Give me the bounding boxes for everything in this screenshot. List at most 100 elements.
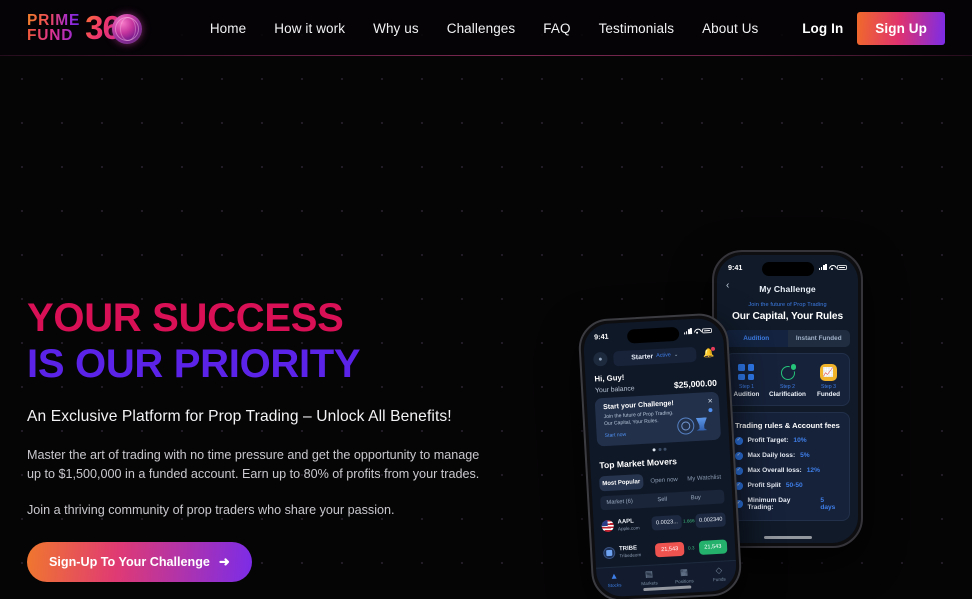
nav-item-testimonials[interactable]: Testimonials: [599, 21, 674, 36]
balance-label: Your balance: [594, 385, 635, 395]
home-indicator: [763, 536, 812, 539]
login-link[interactable]: Log In: [802, 21, 843, 36]
hero-subtitle: An Exclusive Platform for Prop Trading –…: [27, 408, 452, 426]
step-3-label: Funded: [816, 391, 841, 398]
step-3-number: Step 3: [821, 384, 836, 390]
tab-my-watchlist[interactable]: My Watchlist: [685, 470, 724, 487]
challenge-topbar: ‹ My Challenge: [717, 279, 858, 298]
signal-icon: [684, 328, 692, 335]
rule-max-daily-loss-label: Max Daily loss:: [747, 452, 796, 460]
spark-icon: [708, 408, 713, 413]
phone-left-screen: 9:41 ● Starter Active ⌄ 🔔 Hi, Guy! Your …: [582, 317, 738, 598]
buy-price-tribe[interactable]: 21,543: [698, 539, 728, 555]
brand-logo[interactable]: PRIME FUND 36: [27, 6, 142, 50]
header-actions: Log In Sign Up: [802, 11, 945, 45]
page-root: PRIME FUND 36 Home How it work Why us Ch…: [0, 0, 972, 599]
column-header-sell: Sell: [657, 496, 668, 504]
home-icon: ▲: [609, 570, 619, 582]
wifi-icon: [829, 265, 835, 270]
tab-open-now[interactable]: Open now: [645, 472, 684, 489]
rule-max-daily-loss: Max Daily loss: 5%: [735, 452, 840, 460]
promo-card[interactable]: ✕ Start your Challenge! Join the future …: [594, 391, 722, 447]
nav-item-faq[interactable]: FAQ: [543, 21, 570, 36]
phone-right-screen: 9:41 ‹ My Challenge Join the future of P…: [717, 255, 858, 543]
sell-price-tribe[interactable]: 21,543: [655, 541, 685, 558]
bars-icon: ▤: [644, 568, 654, 580]
ticker-text: AAPL Apple.com: [617, 518, 639, 532]
grid-icon: [738, 364, 755, 381]
nav-item-about-us[interactable]: About Us: [702, 21, 758, 36]
bottom-nav-stocks-label: Stocks: [607, 582, 622, 588]
close-icon[interactable]: ✕: [707, 397, 713, 405]
status-icons: [684, 327, 713, 335]
hero-cta-button[interactable]: Sign-Up To Your Challenge ➜: [27, 541, 252, 582]
chevron-down-icon: ⌄: [673, 351, 679, 359]
step-funded[interactable]: 📈 Step 3 Funded: [811, 364, 847, 398]
check-icon: [735, 452, 743, 460]
bottom-nav-positions[interactable]: ▦ Positions: [669, 567, 700, 584]
ticker-tribe: TRIBE Tribedeom: [602, 544, 656, 560]
hero-cta-label: Sign-Up To Your Challenge: [49, 554, 210, 569]
account-status: Active: [656, 352, 672, 360]
tab-audition[interactable]: Audition: [725, 330, 788, 347]
hero-headline-line-1: YOUR SUCCESS: [27, 296, 344, 340]
column-header-buy: Buy: [690, 494, 701, 502]
rule-profit-target: Profit Target: 10%: [735, 437, 840, 445]
rule-minimum-day-trading: Minimum Day Trading: 5 days: [735, 497, 840, 511]
dashboard-topbar: ● Starter Active ⌄ 🔔: [584, 342, 725, 370]
brand-wordmark: PRIME FUND: [27, 11, 81, 44]
notification-badge: [710, 346, 716, 351]
column-header-market: Market (6): [606, 498, 634, 507]
phone-mockup-dashboard: 9:41 ● Starter Active ⌄ 🔔 Hi, Guy! Your …: [577, 312, 743, 599]
spread-value-tribe: 0.3: [687, 545, 695, 552]
sell-price-aapl[interactable]: 0.0023...: [651, 514, 683, 531]
hero-headline: YOUR SUCCESS IS OUR PRIORITY: [27, 296, 527, 387]
step-audition[interactable]: Step 1 Audition: [729, 364, 765, 398]
brand-line-1: PRIME: [27, 11, 81, 29]
tab-most-popular[interactable]: Most Popular: [598, 473, 644, 492]
carousel-indicator[interactable]: [652, 447, 667, 452]
step-clarification[interactable]: Step 2 Clarification: [769, 364, 806, 398]
avatar[interactable]: ●: [593, 351, 608, 367]
bottom-nav-markets[interactable]: ▤ Markets: [634, 569, 665, 586]
phone-mockups: 9:41 ‹ My Challenge Join the future of P…: [575, 250, 875, 599]
us-flag-icon: [601, 519, 615, 533]
rule-profit-target-value: 10%: [793, 437, 807, 445]
ticker-aapl: AAPL Apple.com: [601, 517, 652, 533]
bottom-nav-stocks[interactable]: ▲ Stocks: [599, 571, 630, 588]
chart-icon: 📈: [820, 364, 837, 381]
step-1-label: Audition: [733, 391, 760, 398]
account-name: Starter: [631, 352, 654, 361]
spread-value-aapl: 1.666: [682, 518, 695, 525]
target-ring-icon: [676, 417, 695, 435]
nav-item-home[interactable]: Home: [210, 21, 246, 36]
rule-profit-split-value: 50-50: [785, 482, 803, 490]
balance-value: $25,000.00: [673, 377, 718, 391]
trading-rules-title: Trading rules & Account fees: [735, 421, 840, 430]
ticker-text: TRIBE Tribedeom: [619, 545, 641, 559]
challenge-eyebrow: Join the future of Prop Trading: [748, 302, 827, 308]
nav-item-challenges[interactable]: Challenges: [447, 21, 516, 36]
bottom-navigation: ▲ Stocks ▤ Markets ▦ Positions ◇ Funds: [596, 559, 738, 598]
nav-item-how-it-work[interactable]: How it work: [274, 21, 345, 36]
notification-bell-icon[interactable]: 🔔: [702, 346, 716, 360]
step-2-label: Clarification: [769, 391, 806, 398]
challenge-headline: Our Capital, Your Rules: [731, 311, 844, 322]
rule-profit-split-label: Profit Split: [747, 482, 781, 490]
rule-minimum-day-trading-value: 5 days: [820, 497, 836, 511]
brand-line-2: FUND: [27, 28, 80, 44]
rule-max-overall-loss-label: Max Overall loss:: [747, 467, 802, 475]
chevron-left-icon[interactable]: ‹: [726, 280, 729, 291]
signup-button[interactable]: Sign Up: [857, 11, 945, 45]
tab-instant-funded[interactable]: Instant Funded: [788, 330, 851, 347]
rule-max-overall-loss-value: 12%: [806, 467, 820, 475]
status-icons: [819, 264, 847, 270]
bottom-nav-funds[interactable]: ◇ Funds: [704, 565, 735, 582]
challenge-steps: Step 1 Audition Step 2 Clarification 📈 S…: [725, 353, 850, 406]
nav-item-why-us[interactable]: Why us: [373, 21, 419, 36]
trophy-illustration: [672, 406, 716, 438]
buy-price-aapl[interactable]: 0.002340: [695, 512, 726, 529]
hero-headline-line-2: IS OUR PRIORITY: [27, 341, 361, 386]
account-selector[interactable]: Starter Active ⌄: [612, 346, 697, 366]
signal-icon: [819, 264, 827, 270]
